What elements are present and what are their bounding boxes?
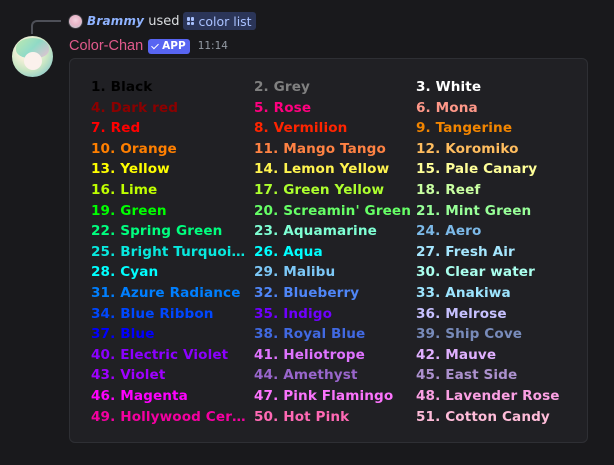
color-list-item: 37. Blue (91, 326, 155, 343)
color-list-item: 15. Pale Canary (416, 161, 538, 178)
reply-connector (31, 20, 61, 34)
color-list-item: 18. Reef (416, 181, 481, 198)
message-timestamp[interactable]: 11:14 (198, 40, 228, 52)
color-list-item: 33. Anakiwa (416, 284, 511, 301)
app-badge: APP (148, 38, 190, 54)
command-name: color list (198, 13, 252, 29)
color-list-item: 39. Ship Cove (416, 326, 523, 343)
color-list-item: 40. Electric Violet (91, 346, 229, 363)
color-list-item: 24. Aero (416, 223, 482, 240)
message-header: Color-Chan APP 11:14 (69, 37, 228, 55)
color-column-1: 1. Black 4. Dark red 7. Red 10. Orange 13. Y… (91, 77, 249, 427)
bot-name[interactable]: Color-Chan (69, 38, 143, 54)
color-list-item: 46. Magenta (91, 387, 188, 404)
color-list-item: 21. Mint Green (416, 202, 532, 219)
color-list-item: 27. Fresh Air (416, 243, 515, 260)
color-list-item: 19. Green (91, 202, 167, 219)
color-column-3: 3. White 6. Mona 9. Tangerine 12. Koromiko 1… (416, 77, 576, 427)
color-list-item: 25. Bright Turquoise (91, 243, 249, 260)
color-list-item: 4. Dark red (91, 99, 179, 116)
slash-command-icon (187, 17, 195, 25)
avatar-face (24, 52, 42, 70)
color-list-item: 44. Amethyst (254, 367, 358, 384)
user-avatar-icon[interactable] (68, 13, 83, 29)
color-list-item: 9. Tangerine (416, 120, 513, 137)
color-list-item: 32. Blueberry (254, 284, 360, 301)
reply-used-text: used (148, 13, 180, 29)
color-list-item: 49. Hollywood Cerise (91, 408, 249, 425)
color-list-embed: 1. Black 4. Dark red 7. Red 10. Orange 13. Y… (69, 58, 588, 443)
color-list-item: 26. Aqua (254, 243, 323, 260)
color-list-item: 43. Violet (91, 367, 166, 384)
color-list-item: 30. Clear water (416, 264, 535, 281)
app-badge-label: APP (162, 40, 186, 52)
color-list-item: 22. Spring Green (91, 223, 223, 240)
color-list-item: 38. Royal Blue (254, 326, 366, 343)
color-list-item: 2. Grey (254, 79, 310, 95)
command-pill[interactable]: color list (183, 12, 256, 30)
chat-message: Brammy used color list Color-Chan APP 11… (0, 0, 614, 465)
color-list-item: 12. Koromiko (416, 140, 519, 157)
color-list-item: 48. Lavender Rose (416, 387, 560, 404)
color-list-item: 23. Aquamarine (254, 223, 377, 240)
color-list-item: 28. Cyan (91, 264, 159, 281)
color-list-item: 29. Malibu (254, 264, 336, 281)
color-list-item: 36. Melrose (416, 305, 507, 322)
color-list-item: 42. Mauve (416, 346, 497, 363)
color-list-item: 7. Red (91, 120, 141, 137)
color-column-2: 2. Grey 5. Rose 8. Vermilion 11. Mango Tang… (254, 77, 412, 427)
color-list-item: 41. Heliotrope (254, 346, 365, 363)
color-list-item: 50. Hot Pink (254, 408, 350, 425)
command-reply-header[interactable]: Brammy used color list (68, 11, 256, 31)
color-list-item: 17. Green Yellow (254, 181, 385, 198)
color-list-item: 51. Cotton Candy (416, 408, 550, 425)
color-list-item: 35. Indigo (254, 305, 333, 322)
color-list-item: 20. Screamin' Green (254, 202, 412, 219)
color-list-item: 31. Azure Radiance (91, 284, 241, 301)
color-list-item: 1. Black (91, 79, 153, 95)
color-list-item: 8. Vermilion (254, 120, 348, 137)
color-list-item: 13. Yellow (91, 161, 170, 178)
color-list-item: 14. Lemon Yellow (254, 161, 390, 178)
color-list-item: 5. Rose (254, 99, 312, 116)
bot-avatar[interactable] (12, 36, 53, 77)
color-list-item: 16. Lime (91, 181, 158, 198)
color-list-item: 11. Mango Tango (254, 140, 386, 157)
verified-check-icon (151, 42, 160, 51)
color-list-item: 6. Mona (416, 99, 478, 116)
color-list-item: 47. Pink Flamingo (254, 387, 394, 404)
color-list-item: 10. Orange (91, 140, 177, 157)
color-list-item: 3. White (416, 79, 482, 95)
color-list-item: 34. Blue Ribbon (91, 305, 214, 322)
color-list-item: 45. East Side (416, 367, 518, 384)
reply-username[interactable]: Brammy (87, 14, 144, 28)
